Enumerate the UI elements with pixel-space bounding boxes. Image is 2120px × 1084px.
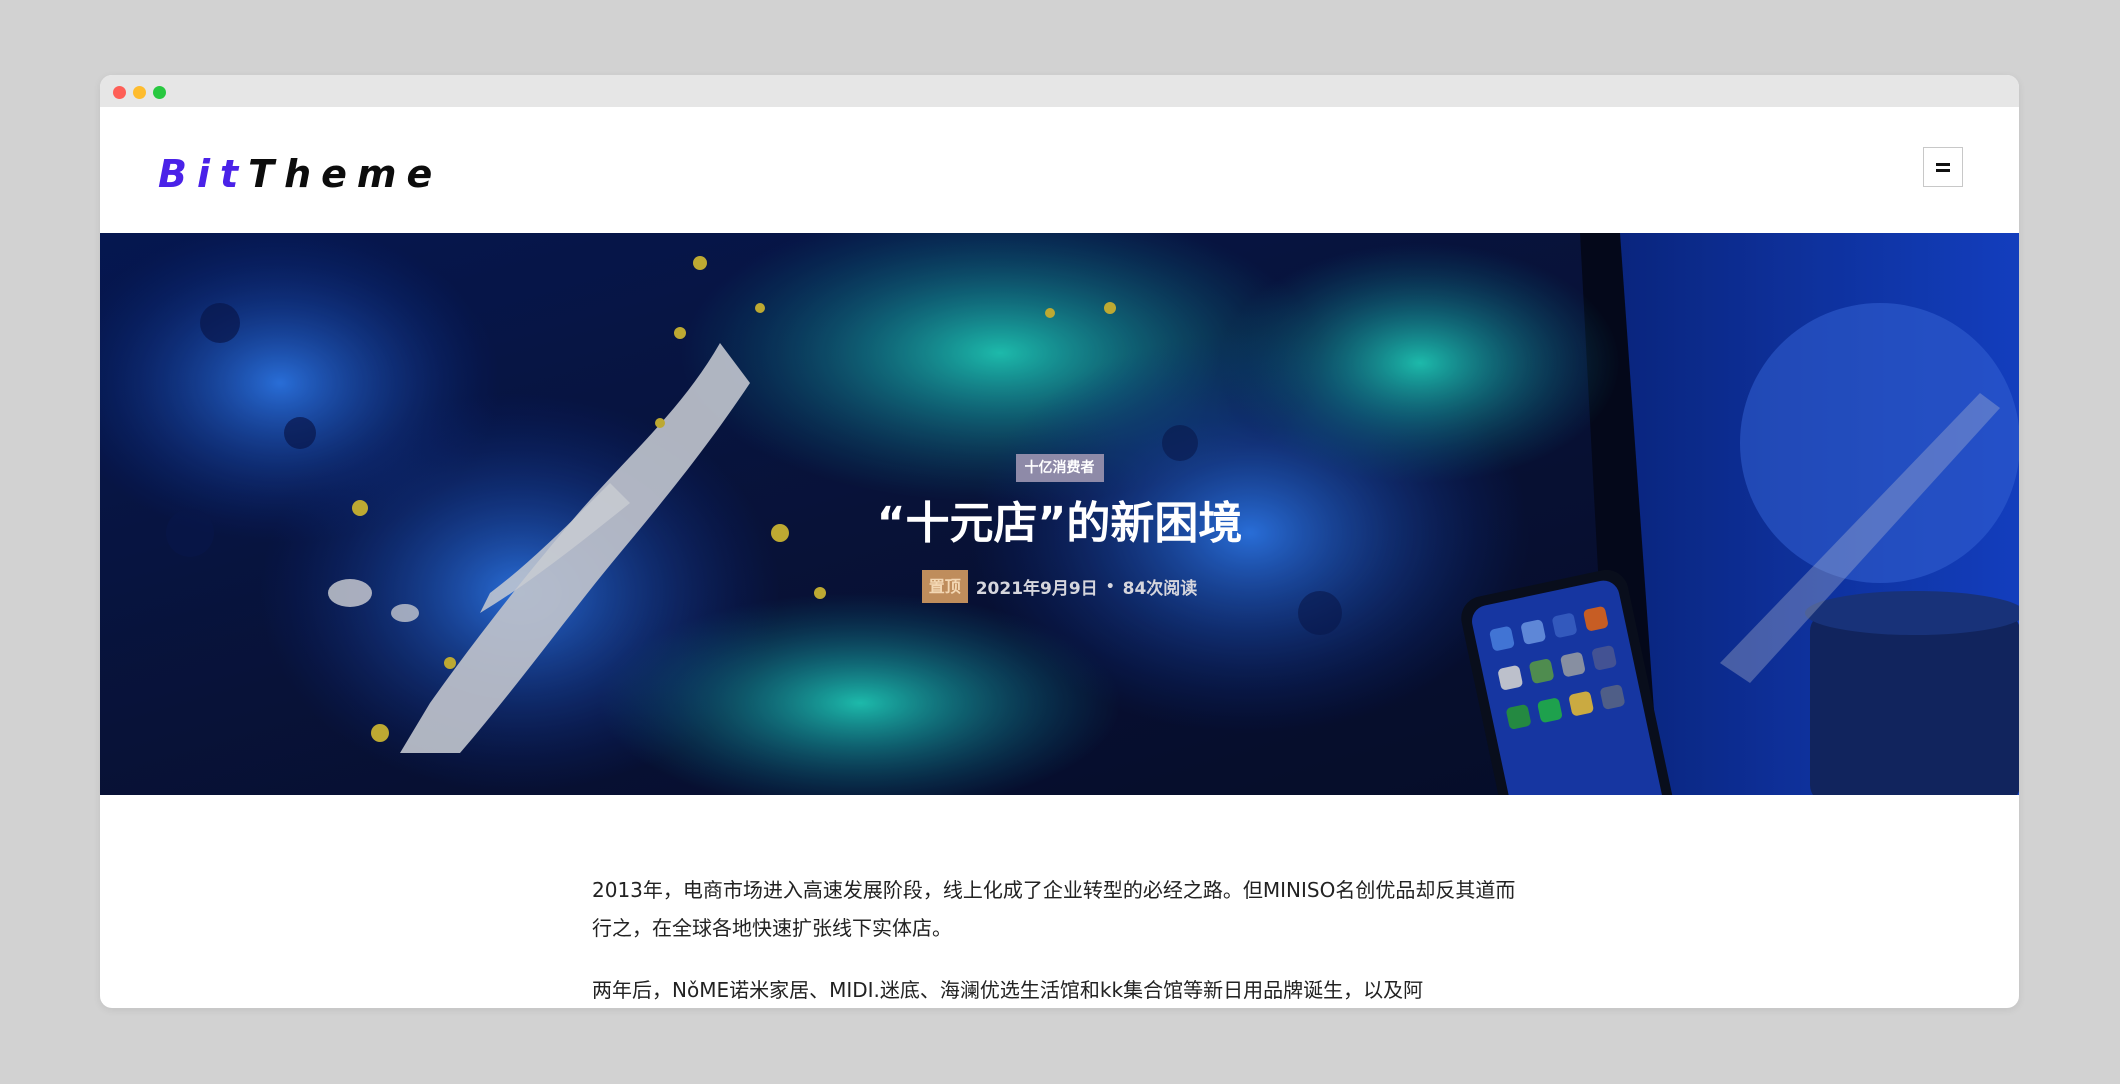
- hero-banner: 十亿消费者 “十元店”的新困境 置顶 2021年9月9日 • 84次阅读: [100, 233, 2019, 795]
- menu-button[interactable]: [1923, 147, 1963, 187]
- post-meta: 置顶 2021年9月9日 • 84次阅读: [100, 570, 2019, 603]
- post-date: 2021年9月9日: [975, 579, 1098, 599]
- post-header: 十亿消费者 “十元店”的新困境 置顶 2021年9月9日 • 84次阅读: [100, 454, 2019, 603]
- close-window-button[interactable]: [113, 86, 126, 99]
- maximize-window-button[interactable]: [153, 86, 166, 99]
- sticky-badge: 置顶: [921, 570, 968, 603]
- article-body: 2013年，电商市场进入高速发展阶段，线上化成了企业转型的必经之路。但MINIS…: [592, 871, 1532, 1008]
- window-titlebar: [100, 75, 2019, 107]
- browser-window: BitTheme 十亿消费者 “十元店”的新困境 置顶 2021年9月9日 • …: [100, 75, 2019, 1008]
- post-title: “十元店”的新困境: [876, 498, 1243, 549]
- logo-theme: Theme: [248, 152, 443, 196]
- category-tag[interactable]: 十亿消费者: [1015, 454, 1104, 482]
- menu-icon: [1936, 162, 1950, 172]
- minimize-window-button[interactable]: [133, 86, 146, 99]
- article-paragraph: 两年后，NǒME诺米家居、MIDI.迷底、海澜优选生活馆和kk集合馆等新日用品牌…: [592, 978, 1424, 1002]
- site-header: BitTheme: [100, 107, 2019, 233]
- meta-separator: •: [1105, 578, 1115, 595]
- logo-bit: Bit: [158, 152, 249, 196]
- read-count: 84次阅读: [1122, 579, 1198, 599]
- site-logo[interactable]: BitTheme: [158, 155, 442, 193]
- article-paragraph: 2013年，电商市场进入高速发展阶段，线上化成了企业转型的必经之路。但MINIS…: [592, 878, 1516, 940]
